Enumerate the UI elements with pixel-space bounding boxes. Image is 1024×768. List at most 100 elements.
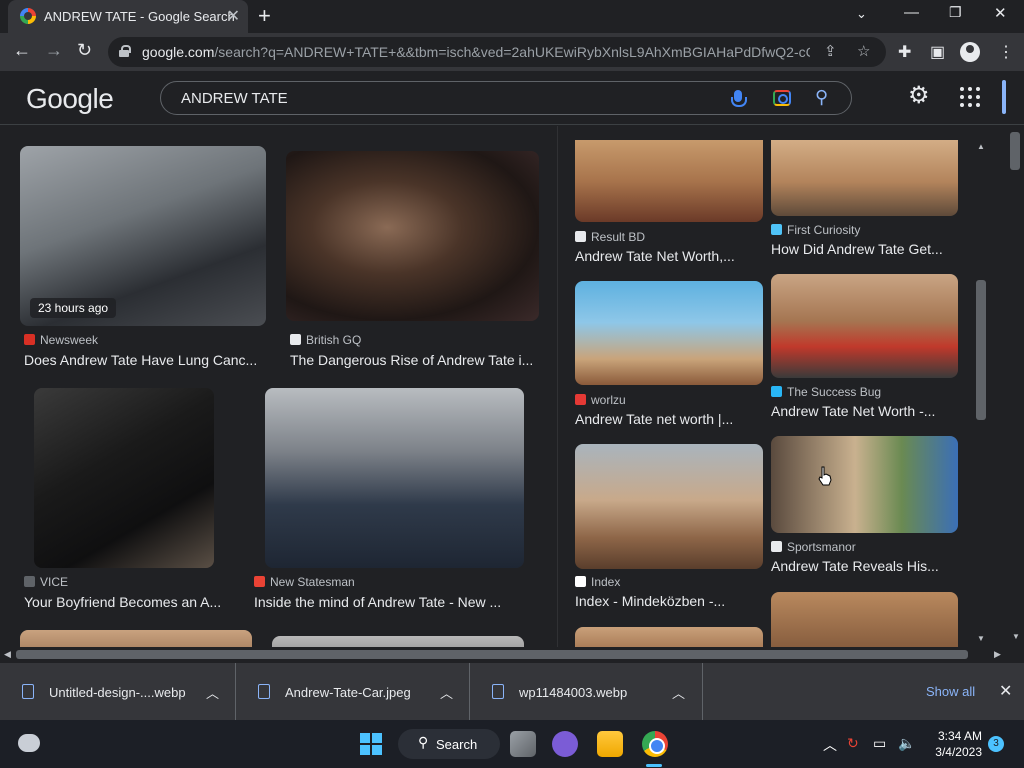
result-image[interactable] — [34, 388, 214, 568]
result-title[interactable]: Index - Mindeközben -... — [575, 593, 761, 609]
result-title[interactable]: Your Boyfriend Becomes an A... — [24, 594, 242, 610]
show-all-button[interactable]: Show all — [926, 684, 975, 699]
result-source[interactable]: VICE — [24, 575, 68, 589]
result-title[interactable]: How Did Andrew Tate Get... — [771, 241, 957, 257]
chevron-up-icon[interactable]: ︿ — [440, 683, 453, 702]
lens-icon[interactable] — [773, 90, 791, 106]
result-title[interactable]: Andrew Tate net worth |... — [575, 411, 761, 427]
notification-badge[interactable]: 3 — [988, 736, 1004, 752]
result-image[interactable] — [771, 592, 958, 647]
download-item[interactable]: Andrew-Tate-Car.jpeg ︿ — [236, 663, 470, 721]
sync-icon[interactable]: ↻ — [847, 735, 859, 752]
panel-scrollbar[interactable]: ▲ ▼ — [973, 140, 989, 647]
result-image[interactable] — [771, 140, 958, 216]
result-source[interactable]: Result BD — [575, 230, 645, 244]
result-source[interactable]: British GQ — [290, 333, 361, 347]
lock-icon[interactable] — [119, 45, 131, 57]
download-filename[interactable]: Andrew-Tate-Car.jpeg — [285, 685, 411, 700]
chrome-favicon-icon — [20, 8, 36, 24]
result-title[interactable]: Inside the mind of Andrew Tate - New ... — [254, 594, 516, 610]
scroll-left-icon[interactable]: ◀ — [4, 649, 11, 660]
reload-icon[interactable]: ↻ — [77, 40, 92, 61]
forward-icon[interactable]: → — [45, 40, 63, 61]
result-source[interactable]: Newsweek — [24, 333, 98, 347]
result-title[interactable]: Andrew Tate Net Worth -... — [771, 403, 957, 419]
result-image[interactable] — [575, 281, 763, 385]
result-image[interactable] — [286, 151, 539, 321]
gq-favicon-icon — [290, 334, 301, 345]
weather-icon[interactable] — [18, 734, 40, 752]
download-filename[interactable]: wp11484003.webp — [519, 685, 627, 700]
gear-icon[interactable]: ⚙ — [908, 81, 930, 110]
result-image[interactable] — [575, 627, 763, 647]
download-filename[interactable]: Untitled-design-....webp — [49, 685, 186, 700]
result-image[interactable] — [265, 388, 524, 568]
chevron-up-icon[interactable]: ︿ — [823, 735, 837, 755]
address-bar[interactable]: google.com/search?q=ANDREW+TATE+&&tbm=is… — [108, 37, 886, 67]
result-image[interactable]: 23 hours ago — [20, 146, 266, 326]
result-source[interactable]: Index — [575, 575, 620, 589]
tab-search-chevron-icon[interactable]: ⌄ — [856, 6, 867, 22]
task-view-icon[interactable] — [510, 731, 536, 757]
chevron-up-icon[interactable]: ︿ — [672, 683, 685, 702]
page-vertical-scrollbar[interactable]: ▼ — [1007, 126, 1024, 647]
page-hscroll-thumb[interactable] — [16, 650, 968, 659]
chat-icon[interactable] — [552, 731, 578, 757]
tab-google-search[interactable]: ANDREW TATE - Google Search ✕ — [8, 0, 248, 33]
window-close-icon[interactable]: ✕ — [994, 4, 1007, 22]
page-scroll-thumb[interactable] — [1010, 132, 1020, 170]
share-icon[interactable]: ⇪ — [824, 42, 837, 60]
download-item[interactable]: Untitled-design-....webp ︿ — [0, 663, 236, 721]
search-icon[interactable]: ⚲ — [815, 87, 828, 108]
kebab-menu-icon[interactable]: ⋮ — [998, 42, 1014, 62]
result-title[interactable]: The Dangerous Rise of Andrew Tate i... — [290, 352, 536, 368]
download-item[interactable]: wp11484003.webp ︿ — [470, 663, 703, 721]
result-image[interactable] — [20, 630, 252, 647]
back-icon[interactable]: ← — [13, 40, 31, 61]
result-image[interactable] — [575, 140, 763, 222]
windows-start-icon[interactable] — [360, 733, 382, 755]
scroll-down-icon[interactable]: ▼ — [1012, 632, 1020, 641]
system-clock[interactable]: 3:34 AM 3/4/2023 — [930, 728, 982, 760]
result-image[interactable] — [272, 636, 524, 647]
result-source[interactable]: Sportsmanor — [771, 540, 856, 554]
volume-icon[interactable]: 🔈 — [898, 735, 915, 752]
taskbar-search-button[interactable]: ⚲ Search — [398, 729, 500, 759]
result-title[interactable]: Andrew Tate Reveals His... — [771, 558, 957, 574]
profile-icon[interactable] — [960, 42, 980, 62]
firstcuriosity-favicon-icon — [771, 224, 782, 235]
new-tab-plus-icon[interactable]: + — [258, 3, 271, 29]
page-horizontal-scrollbar[interactable]: ◀ ▶ — [0, 647, 1024, 662]
search-box[interactable]: ANDREW TATE ⚲ — [160, 81, 852, 115]
close-icon[interactable]: ✕ — [999, 681, 1012, 701]
result-image[interactable] — [771, 436, 958, 533]
star-icon[interactable]: ☆ — [857, 42, 870, 60]
minimize-icon[interactable]: — — [904, 4, 919, 21]
result-title[interactable]: Andrew Tate Net Worth,... — [575, 248, 761, 264]
result-source[interactable]: First Curiosity — [771, 223, 860, 237]
result-image[interactable] — [575, 444, 763, 569]
result-source[interactable]: worlzu — [575, 393, 626, 407]
google-logo[interactable]: Google — [26, 83, 114, 115]
resultbd-favicon-icon — [575, 231, 586, 242]
scroll-down-icon[interactable]: ▼ — [977, 634, 985, 643]
scroll-up-icon[interactable]: ▲ — [977, 142, 985, 151]
network-icon[interactable]: ▭ — [873, 735, 886, 752]
result-source[interactable]: The Success Bug — [771, 385, 881, 399]
apps-grid-icon[interactable] — [960, 87, 980, 107]
scroll-right-icon[interactable]: ▶ — [994, 649, 1001, 660]
extensions-icon[interactable]: ✚ — [898, 42, 911, 62]
tab-close-icon[interactable]: ✕ — [227, 6, 240, 26]
url-text[interactable]: google.com/search?q=ANDREW+TATE+&&tbm=is… — [142, 44, 810, 60]
mic-icon[interactable] — [731, 90, 747, 107]
result-title[interactable]: Does Andrew Tate Have Lung Canc... — [24, 352, 260, 368]
result-image[interactable] — [771, 274, 958, 378]
search-input[interactable]: ANDREW TATE — [181, 90, 288, 107]
restore-icon[interactable]: ❐ — [949, 4, 962, 21]
panel-scroll-thumb[interactable] — [976, 280, 986, 420]
file-explorer-icon[interactable] — [597, 731, 623, 757]
chrome-icon[interactable] — [642, 731, 668, 757]
chevron-up-icon[interactable]: ︿ — [206, 683, 219, 702]
result-source[interactable]: New Statesman — [254, 575, 355, 589]
sidepanel-icon[interactable]: ▣ — [930, 42, 945, 62]
